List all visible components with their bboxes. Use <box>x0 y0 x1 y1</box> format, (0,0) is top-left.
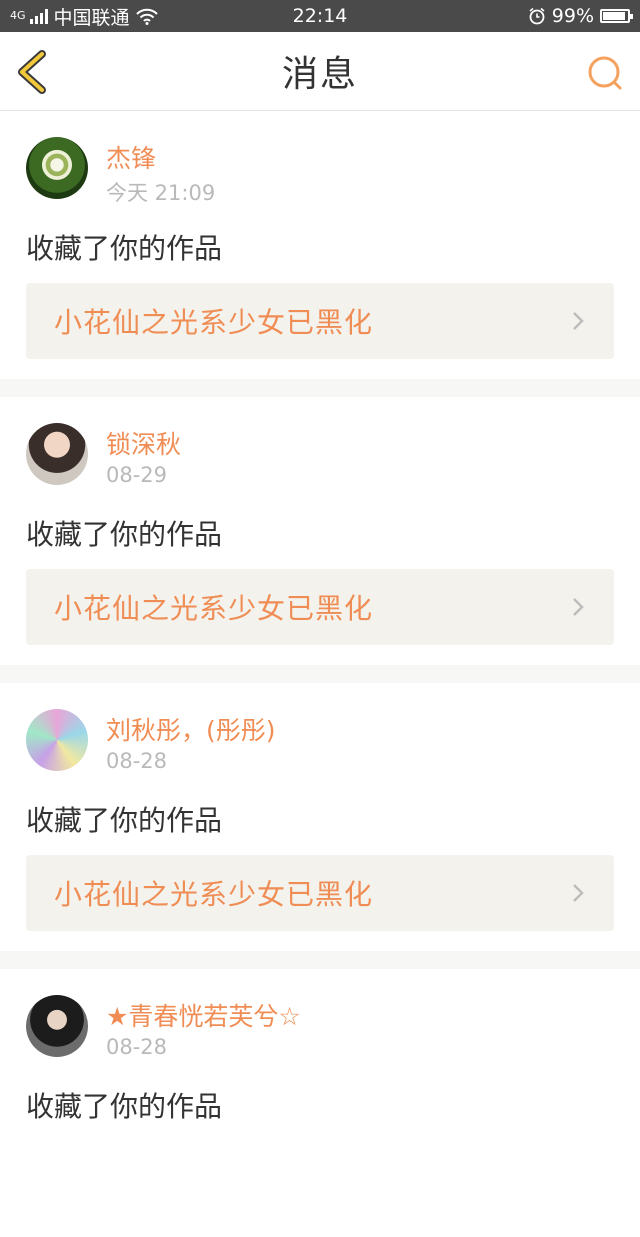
page-title: 消息 <box>281 54 358 95</box>
work-title: 小花仙之光系少女已黑化 <box>54 306 374 339</box>
battery-icon <box>600 9 633 23</box>
chevron-right-icon <box>573 312 584 330</box>
work-link[interactable]: 小花仙之光系少女已黑化 <box>26 855 614 931</box>
work-title: 小花仙之光系少女已黑化 <box>54 592 374 625</box>
avatar[interactable] <box>26 709 88 771</box>
message-action: 收藏了你的作品 <box>26 232 223 265</box>
avatar[interactable] <box>26 995 88 1057</box>
message-card: ★青春恍若芙兮☆ 08-28 收藏了你的作品 <box>0 969 640 1237</box>
nav-bar: 消息 <box>0 32 640 111</box>
chevron-right-icon <box>573 598 584 616</box>
message-time: 08-28 <box>106 749 168 773</box>
work-title: 小花仙之光系少女已黑化 <box>54 878 374 911</box>
search-icon[interactable] <box>586 54 624 92</box>
avatar[interactable] <box>26 137 88 199</box>
message-action: 收藏了你的作品 <box>26 804 223 837</box>
network-type: 4G <box>10 9 26 22</box>
message-time: 08-29 <box>106 463 168 487</box>
carrier-label: 中国联通 <box>53 6 130 29</box>
sender-name[interactable]: ★青春恍若芙兮☆ <box>106 997 301 1033</box>
back-arrow-icon[interactable] <box>14 50 54 94</box>
signal-icon <box>29 8 48 24</box>
status-left: 4G 中国联通 <box>10 3 158 30</box>
status-right: 99% <box>528 5 633 27</box>
message-card: 杰锋 今天 21:09 收藏了你的作品 小花仙之光系少女已黑化 <box>0 111 640 379</box>
message-time: 今天 21:09 <box>106 181 216 205</box>
sender-name[interactable]: 锁深秋 <box>106 425 181 461</box>
wifi-icon <box>135 8 158 25</box>
chevron-right-icon <box>573 884 584 902</box>
message-card: 锁深秋 08-29 收藏了你的作品 小花仙之光系少女已黑化 <box>0 397 640 665</box>
message-time: 08-28 <box>106 1035 168 1059</box>
sender-name[interactable]: 刘秋彤，(彤彤) <box>106 711 276 747</box>
alarm-icon <box>529 7 545 25</box>
message-card: 刘秋彤，(彤彤) 08-28 收藏了你的作品 小花仙之光系少女已黑化 <box>0 683 640 951</box>
sender-name[interactable]: 杰锋 <box>106 139 156 175</box>
status-bar: 4G 中国联通 22:14 99% <box>0 0 640 32</box>
work-link[interactable]: 小花仙之光系少女已黑化 <box>26 569 614 645</box>
avatar[interactable] <box>26 423 88 485</box>
work-link[interactable]: 小花仙之光系少女已黑化 <box>26 283 614 359</box>
battery-percent: 99% <box>551 5 594 27</box>
message-action: 收藏了你的作品 <box>26 1090 223 1123</box>
message-action: 收藏了你的作品 <box>26 518 223 551</box>
